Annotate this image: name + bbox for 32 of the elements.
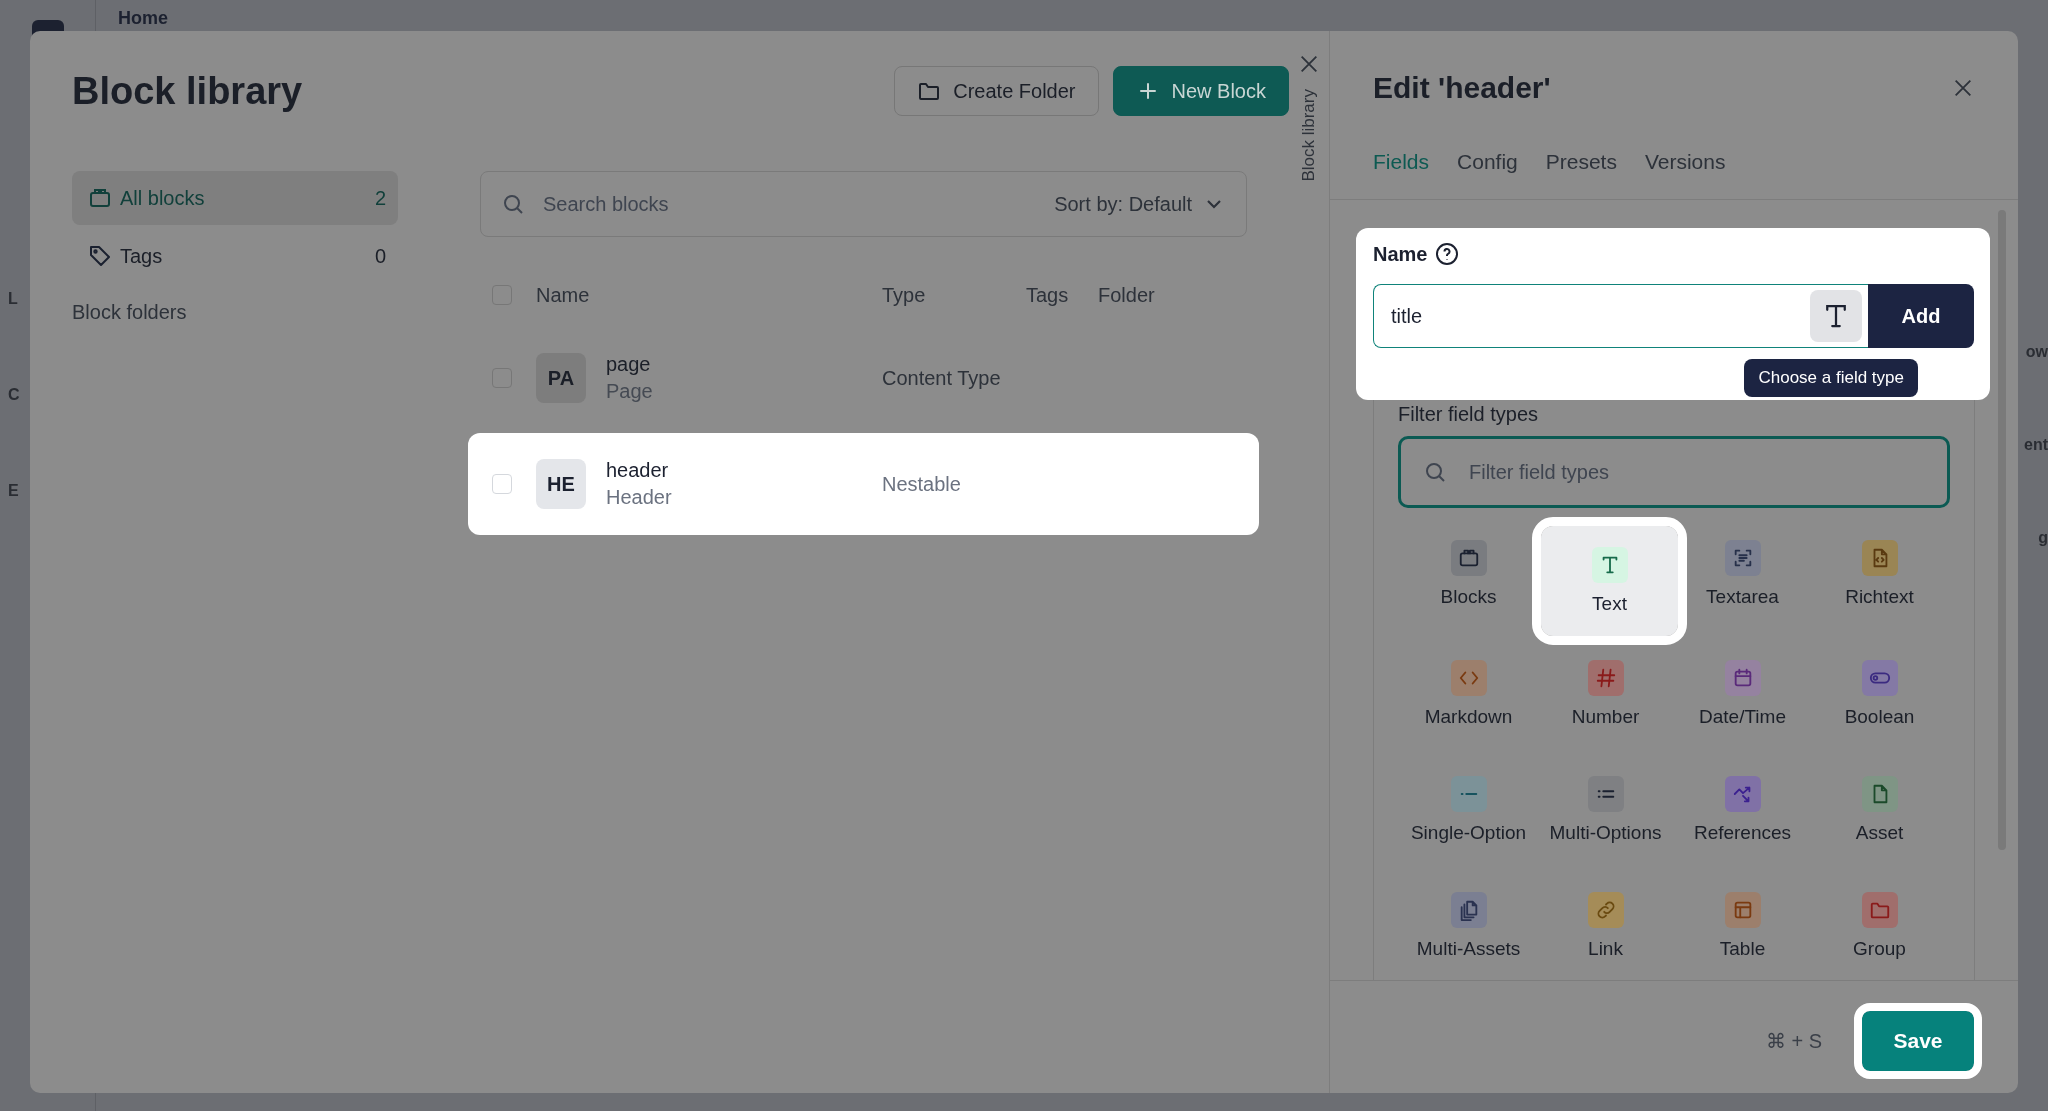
input-value: title xyxy=(1391,304,1424,328)
menu-label-fragment: E xyxy=(8,482,19,500)
item-count: 2 xyxy=(374,186,386,210)
dialog-title: Block library xyxy=(72,69,303,113)
sidebar-label: All blocks xyxy=(120,186,205,210)
item-count: 0 xyxy=(374,244,386,268)
column-header: Name xyxy=(536,283,591,307)
section-heading: Block folders xyxy=(72,301,188,324)
field-label: Name xyxy=(1373,242,1428,266)
column-header: Tags xyxy=(1026,283,1070,307)
menu-label-fragment: L xyxy=(8,290,18,308)
panel-title: Edit 'header' xyxy=(1373,71,1551,105)
column-header: Type xyxy=(882,283,927,307)
tooltip: Choose a field type xyxy=(1744,359,1918,397)
block-name: page xyxy=(606,353,652,376)
text-fragment: ent xyxy=(2024,436,2048,454)
block-type: Nestable xyxy=(882,472,962,496)
sidebar-label: Tags xyxy=(120,244,163,268)
block-avatar: PA xyxy=(536,353,586,403)
block-subtitle: Page xyxy=(606,380,654,403)
block-avatar: HE xyxy=(536,459,586,509)
block-type: Content Type xyxy=(882,366,1002,390)
column-header: Folder xyxy=(1098,283,1156,307)
text-fragment: ow xyxy=(2025,343,2048,361)
keyboard-shortcut: ⌘ + S xyxy=(1765,1029,1822,1053)
block-subtitle: Header xyxy=(606,486,673,509)
search-placeholder: Search blocks xyxy=(543,192,669,216)
menu-label-fragment: C xyxy=(8,386,20,404)
picker-label: Filter field types xyxy=(1398,403,1540,426)
text-fragment: g xyxy=(2038,529,2048,547)
block-name: header xyxy=(606,459,670,482)
filter-placeholder: Filter field types xyxy=(1469,460,1610,484)
